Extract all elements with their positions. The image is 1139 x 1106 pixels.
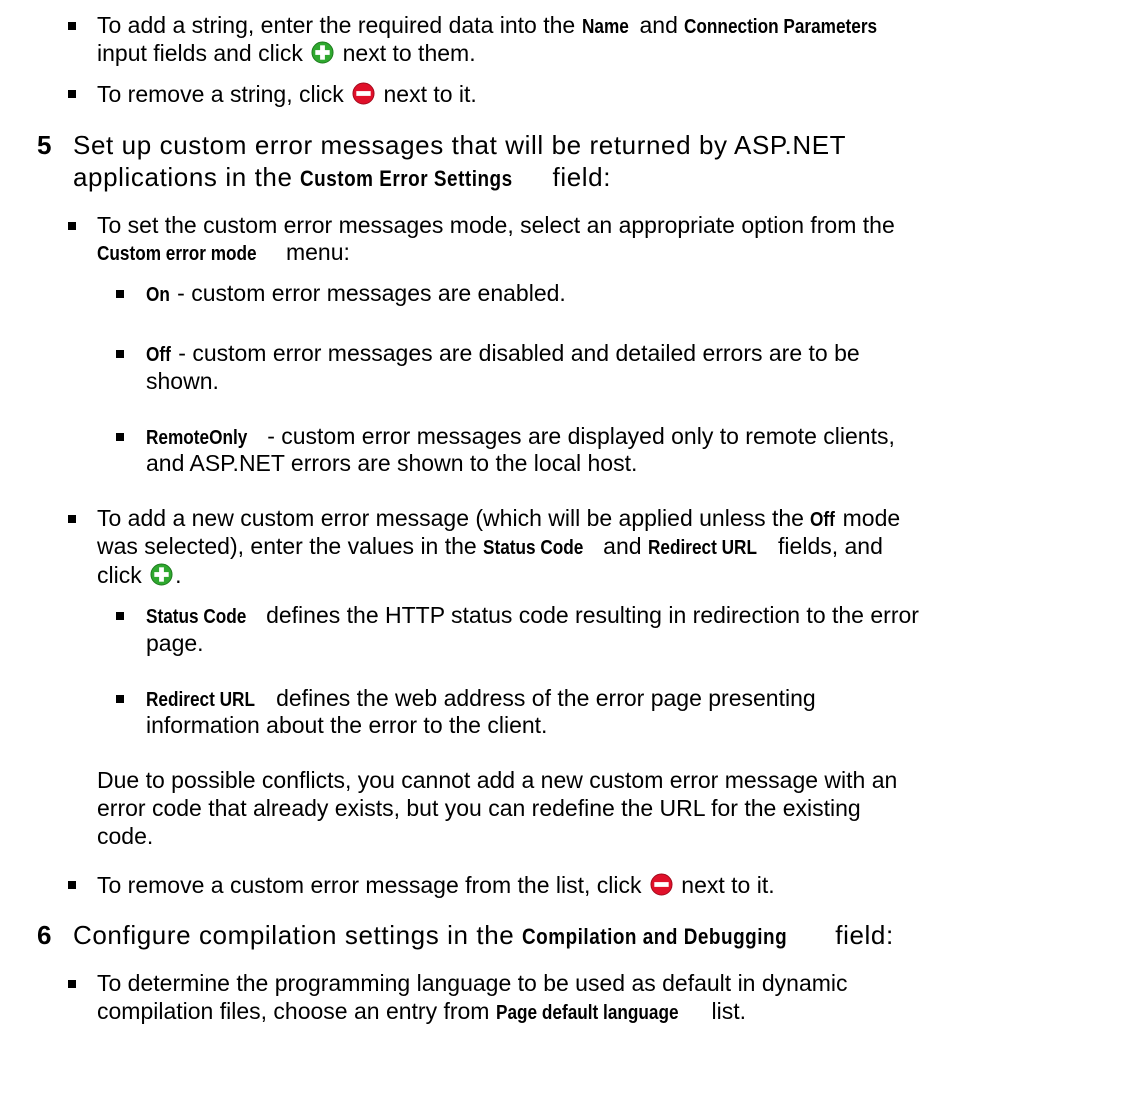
status-code-line-1: Status Code defines the HTTP status code… — [146, 602, 919, 628]
add-message-line-2: was selected), enter the values in the S… — [97, 533, 883, 559]
status-code-line-2: page. — [146, 630, 204, 656]
add-string-line-2: input fields and click next to them. — [97, 40, 476, 66]
add-string-line-1: To add a string, enter the required data… — [97, 12, 878, 38]
note-line-3: code. — [97, 823, 154, 849]
mode-off-line-1: Off - custom error messages are disabled… — [146, 340, 860, 366]
mode-remote-line-1: RemoteOnly - custom error messages are d… — [146, 423, 895, 449]
page-default-language-ref: Page default language — [495, 1002, 679, 1024]
minus-circle-icon — [650, 873, 673, 896]
mode-line-1: To set the custom error messages mode, s… — [97, 212, 895, 238]
status-code-field-ref: Status Code — [483, 537, 584, 559]
mode-remote-line-2: and ASP.NET errors are shown to the loca… — [146, 450, 638, 476]
redirect-url-line-1: Redirect URL defines the web address of … — [146, 685, 816, 711]
name-field-ref: Name — [581, 16, 629, 38]
bullet — [68, 22, 76, 30]
on-option-ref: On — [146, 284, 170, 306]
redirect-url-line-2: information about the error to the clien… — [146, 712, 548, 738]
step5-line-1: Set up custom error messages that will b… — [73, 130, 847, 160]
bullet — [116, 350, 124, 358]
bullet — [68, 980, 76, 988]
bullet — [116, 290, 124, 298]
off-option-ref: Off — [146, 344, 171, 366]
note-line-2: error code that already exists, but you … — [97, 795, 861, 821]
compilation-debugging-field-ref: Compilation and Debugging — [522, 924, 788, 949]
add-message-line-3: click . — [97, 562, 182, 588]
custom-error-mode-ref: Custom error mode — [97, 243, 257, 265]
bullet — [116, 433, 124, 441]
bullet — [68, 515, 76, 523]
bullet — [116, 612, 124, 620]
step-number: 6 — [37, 920, 52, 950]
custom-error-settings-field-ref: Custom Error Settings — [300, 166, 514, 191]
mode-line-2: Custom error mode menu: — [97, 239, 350, 265]
bullet — [68, 222, 76, 230]
remove-message-line: To remove a custom error message from th… — [97, 872, 775, 898]
language-line-2: compilation files, choose an entry from … — [97, 998, 747, 1024]
bullet — [116, 695, 124, 703]
bullet — [68, 881, 76, 889]
step5-line-2: applications in the Custom Error Setting… — [73, 162, 612, 192]
redirect-url-field-ref: Redirect URL — [647, 537, 757, 559]
language-line-1: To determine the programming language to… — [97, 970, 848, 996]
mode-on-line: On - custom error messages are enabled. — [146, 280, 566, 306]
plus-circle-icon — [150, 563, 173, 586]
plus-circle-icon — [311, 41, 334, 64]
status-code-ref: Status Code — [146, 606, 247, 628]
minus-circle-icon — [352, 82, 375, 105]
off-mode-ref: Off — [810, 509, 836, 531]
bullet — [68, 90, 76, 98]
mode-off-line-2: shown. — [146, 368, 219, 394]
remove-string-line: To remove a string, click next to it. — [97, 81, 477, 107]
remoteonly-option-ref: RemoteOnly — [146, 427, 248, 449]
add-message-line-1: To add a new custom error message (which… — [97, 505, 901, 531]
note-line-1: Due to possible conflicts, you cannot ad… — [97, 767, 898, 793]
connection-parameters-field-ref: Connection Parameters — [684, 16, 878, 38]
step6-line-1: Configure compilation settings in the Co… — [73, 920, 894, 950]
step-number: 5 — [37, 130, 52, 160]
redirect-url-ref: Redirect URL — [146, 689, 255, 711]
